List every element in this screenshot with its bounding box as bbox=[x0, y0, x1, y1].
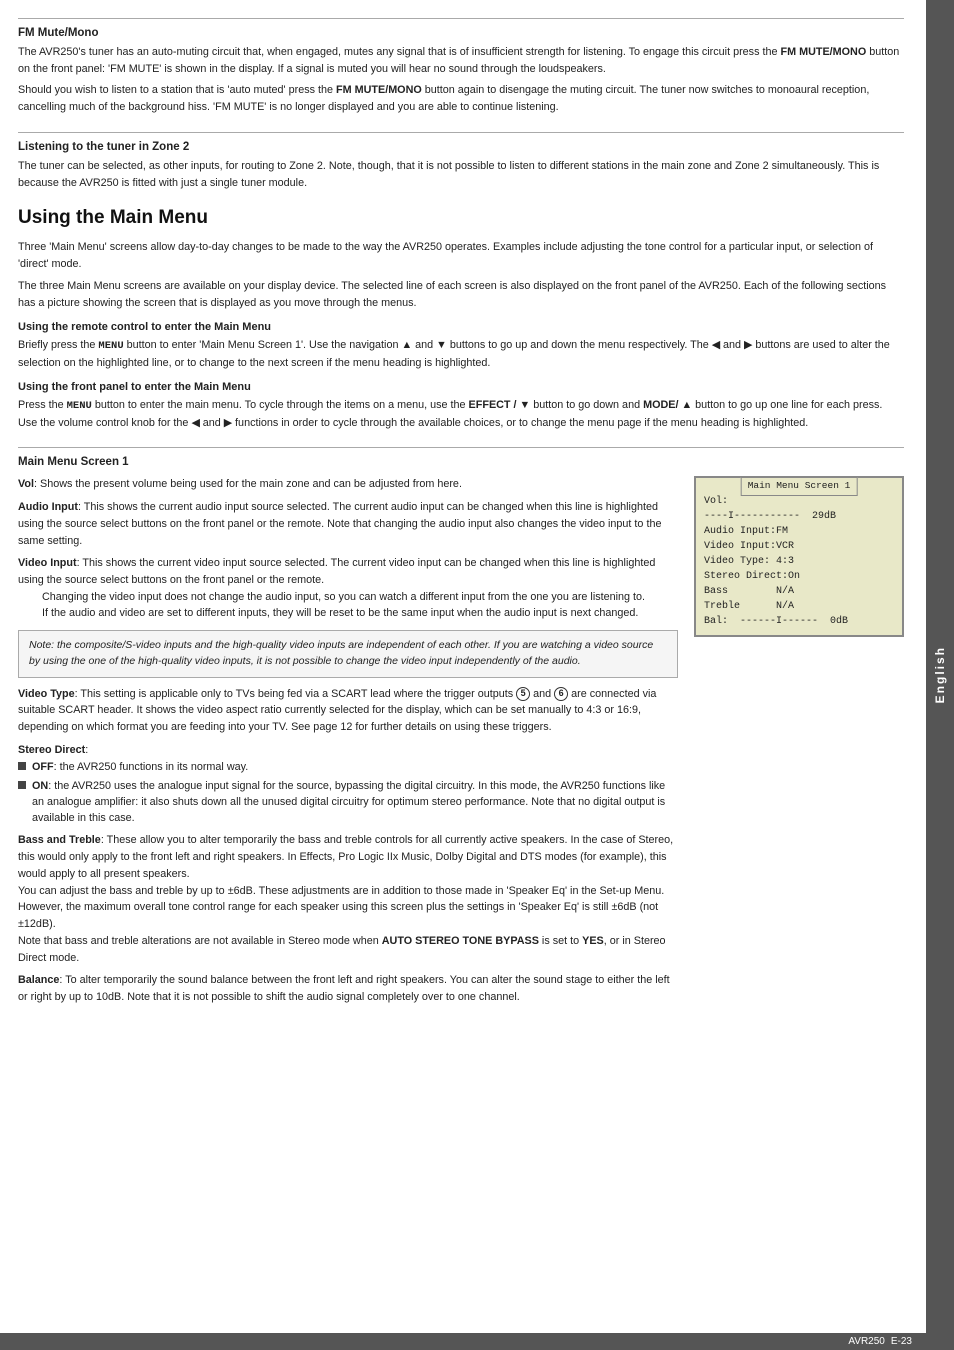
desc-video-type: Video Type: This setting is applicable o… bbox=[18, 686, 678, 736]
section-divider-2 bbox=[18, 132, 904, 133]
note-box: Note: the composite/S-video inputs and t… bbox=[18, 630, 678, 678]
circle-6: 6 bbox=[554, 687, 568, 701]
main-content: FM Mute/Mono The AVR250's tuner has an a… bbox=[0, 0, 926, 1350]
fm-mute-p2: Should you wish to listen to a station t… bbox=[18, 82, 904, 115]
audio-input-label: Audio Input bbox=[18, 501, 78, 513]
stereo-direct-bullets: OFF: the AVR250 functions in its normal … bbox=[18, 759, 678, 827]
main-menu-intro: Three 'Main Menu' screens allow day-to-d… bbox=[18, 239, 904, 311]
front-panel-p: Press the MENU button to enter the main … bbox=[18, 397, 904, 431]
desc-bass-treble: Bass and Treble: These allow you to alte… bbox=[18, 832, 678, 966]
section-zone2: Listening to the tuner in Zone 2 The tun… bbox=[18, 132, 904, 191]
section-divider bbox=[18, 18, 904, 19]
zone2-body: The tuner can be selected, as other inpu… bbox=[18, 158, 904, 191]
screen1-left: Vol: Shows the present volume being used… bbox=[18, 476, 678, 1011]
desc-video-input: Video Input: This shows the current vide… bbox=[18, 555, 678, 677]
video-input-label: Video Input bbox=[18, 557, 77, 569]
page-container: FM Mute/Mono The AVR250's tuner has an a… bbox=[0, 0, 954, 1350]
front-panel-title: Using the front panel to enter the Main … bbox=[18, 381, 904, 393]
stereo-direct-label: Stereo Direct bbox=[18, 744, 85, 756]
bullet-square-off bbox=[18, 762, 26, 770]
bullet-on-text: ON: the AVR250 uses the analogue input s… bbox=[32, 778, 678, 827]
video-input-extra: Changing the video input does not change… bbox=[42, 589, 678, 622]
lcd-content: Vol: ----I----------- 29dB Audio Input:F… bbox=[704, 494, 894, 629]
footer-page: E-23 bbox=[891, 1336, 912, 1347]
main-menu-p1: Three 'Main Menu' screens allow day-to-d… bbox=[18, 239, 904, 272]
circle-5: 5 bbox=[516, 687, 530, 701]
screen1-container: Vol: Shows the present volume being used… bbox=[18, 476, 904, 1011]
footer-bar: AVR250 E-23 bbox=[0, 1333, 926, 1350]
desc-vol: Vol: Shows the present volume being used… bbox=[18, 476, 678, 493]
bullet-on: ON: the AVR250 uses the analogue input s… bbox=[18, 778, 678, 827]
footer-model: AVR250 bbox=[848, 1336, 885, 1347]
balance-label: Balance bbox=[18, 974, 59, 986]
remote-control-body: Briefly press the MENU button to enter '… bbox=[18, 337, 904, 371]
section-divider-3 bbox=[18, 447, 904, 448]
front-panel-body: Press the MENU button to enter the main … bbox=[18, 397, 904, 431]
desc-audio-input: Audio Input: This shows the current audi… bbox=[18, 499, 678, 549]
right-tab: English bbox=[926, 0, 954, 1350]
zone2-p1: The tuner can be selected, as other inpu… bbox=[18, 158, 904, 191]
bass-treble-label: Bass and Treble bbox=[18, 834, 101, 846]
main-menu-p2: The three Main Menu screens are availabl… bbox=[18, 278, 904, 311]
lcd-title: Main Menu Screen 1 bbox=[741, 477, 858, 495]
video-type-label: Video Type bbox=[18, 688, 75, 700]
lcd-box: Main Menu Screen 1 Vol: ----I-----------… bbox=[694, 476, 904, 637]
tab-label: English bbox=[933, 646, 947, 703]
remote-control-title: Using the remote control to enter the Ma… bbox=[18, 321, 904, 333]
section-fm-mute: FM Mute/Mono The AVR250's tuner has an a… bbox=[18, 18, 904, 116]
screen1-right: Main Menu Screen 1 Vol: ----I-----------… bbox=[694, 476, 904, 1011]
main-menu-heading: Using the Main Menu bbox=[18, 207, 904, 229]
screen1-title: Main Menu Screen 1 bbox=[18, 456, 904, 468]
bullet-off-text: OFF: the AVR250 functions in its normal … bbox=[32, 759, 248, 775]
section-main-menu: Using the Main Menu Three 'Main Menu' sc… bbox=[18, 207, 904, 431]
desc-balance: Balance: To alter temporarily the sound … bbox=[18, 972, 678, 1005]
fm-mute-title: FM Mute/Mono bbox=[18, 27, 904, 39]
remote-control-p: Briefly press the MENU button to enter '… bbox=[18, 337, 904, 371]
fm-mute-p1: The AVR250's tuner has an auto-muting ci… bbox=[18, 44, 904, 77]
bullet-square-on bbox=[18, 781, 26, 789]
desc-stereo-direct: Stereo Direct: OFF: the AVR250 functions… bbox=[18, 742, 678, 826]
vol-label: Vol bbox=[18, 478, 34, 490]
section-screen1: Main Menu Screen 1 Vol: Shows the presen… bbox=[18, 447, 904, 1011]
zone2-title: Listening to the tuner in Zone 2 bbox=[18, 141, 904, 153]
fm-mute-body: The AVR250's tuner has an auto-muting ci… bbox=[18, 44, 904, 116]
bullet-off: OFF: the AVR250 functions in its normal … bbox=[18, 759, 678, 775]
